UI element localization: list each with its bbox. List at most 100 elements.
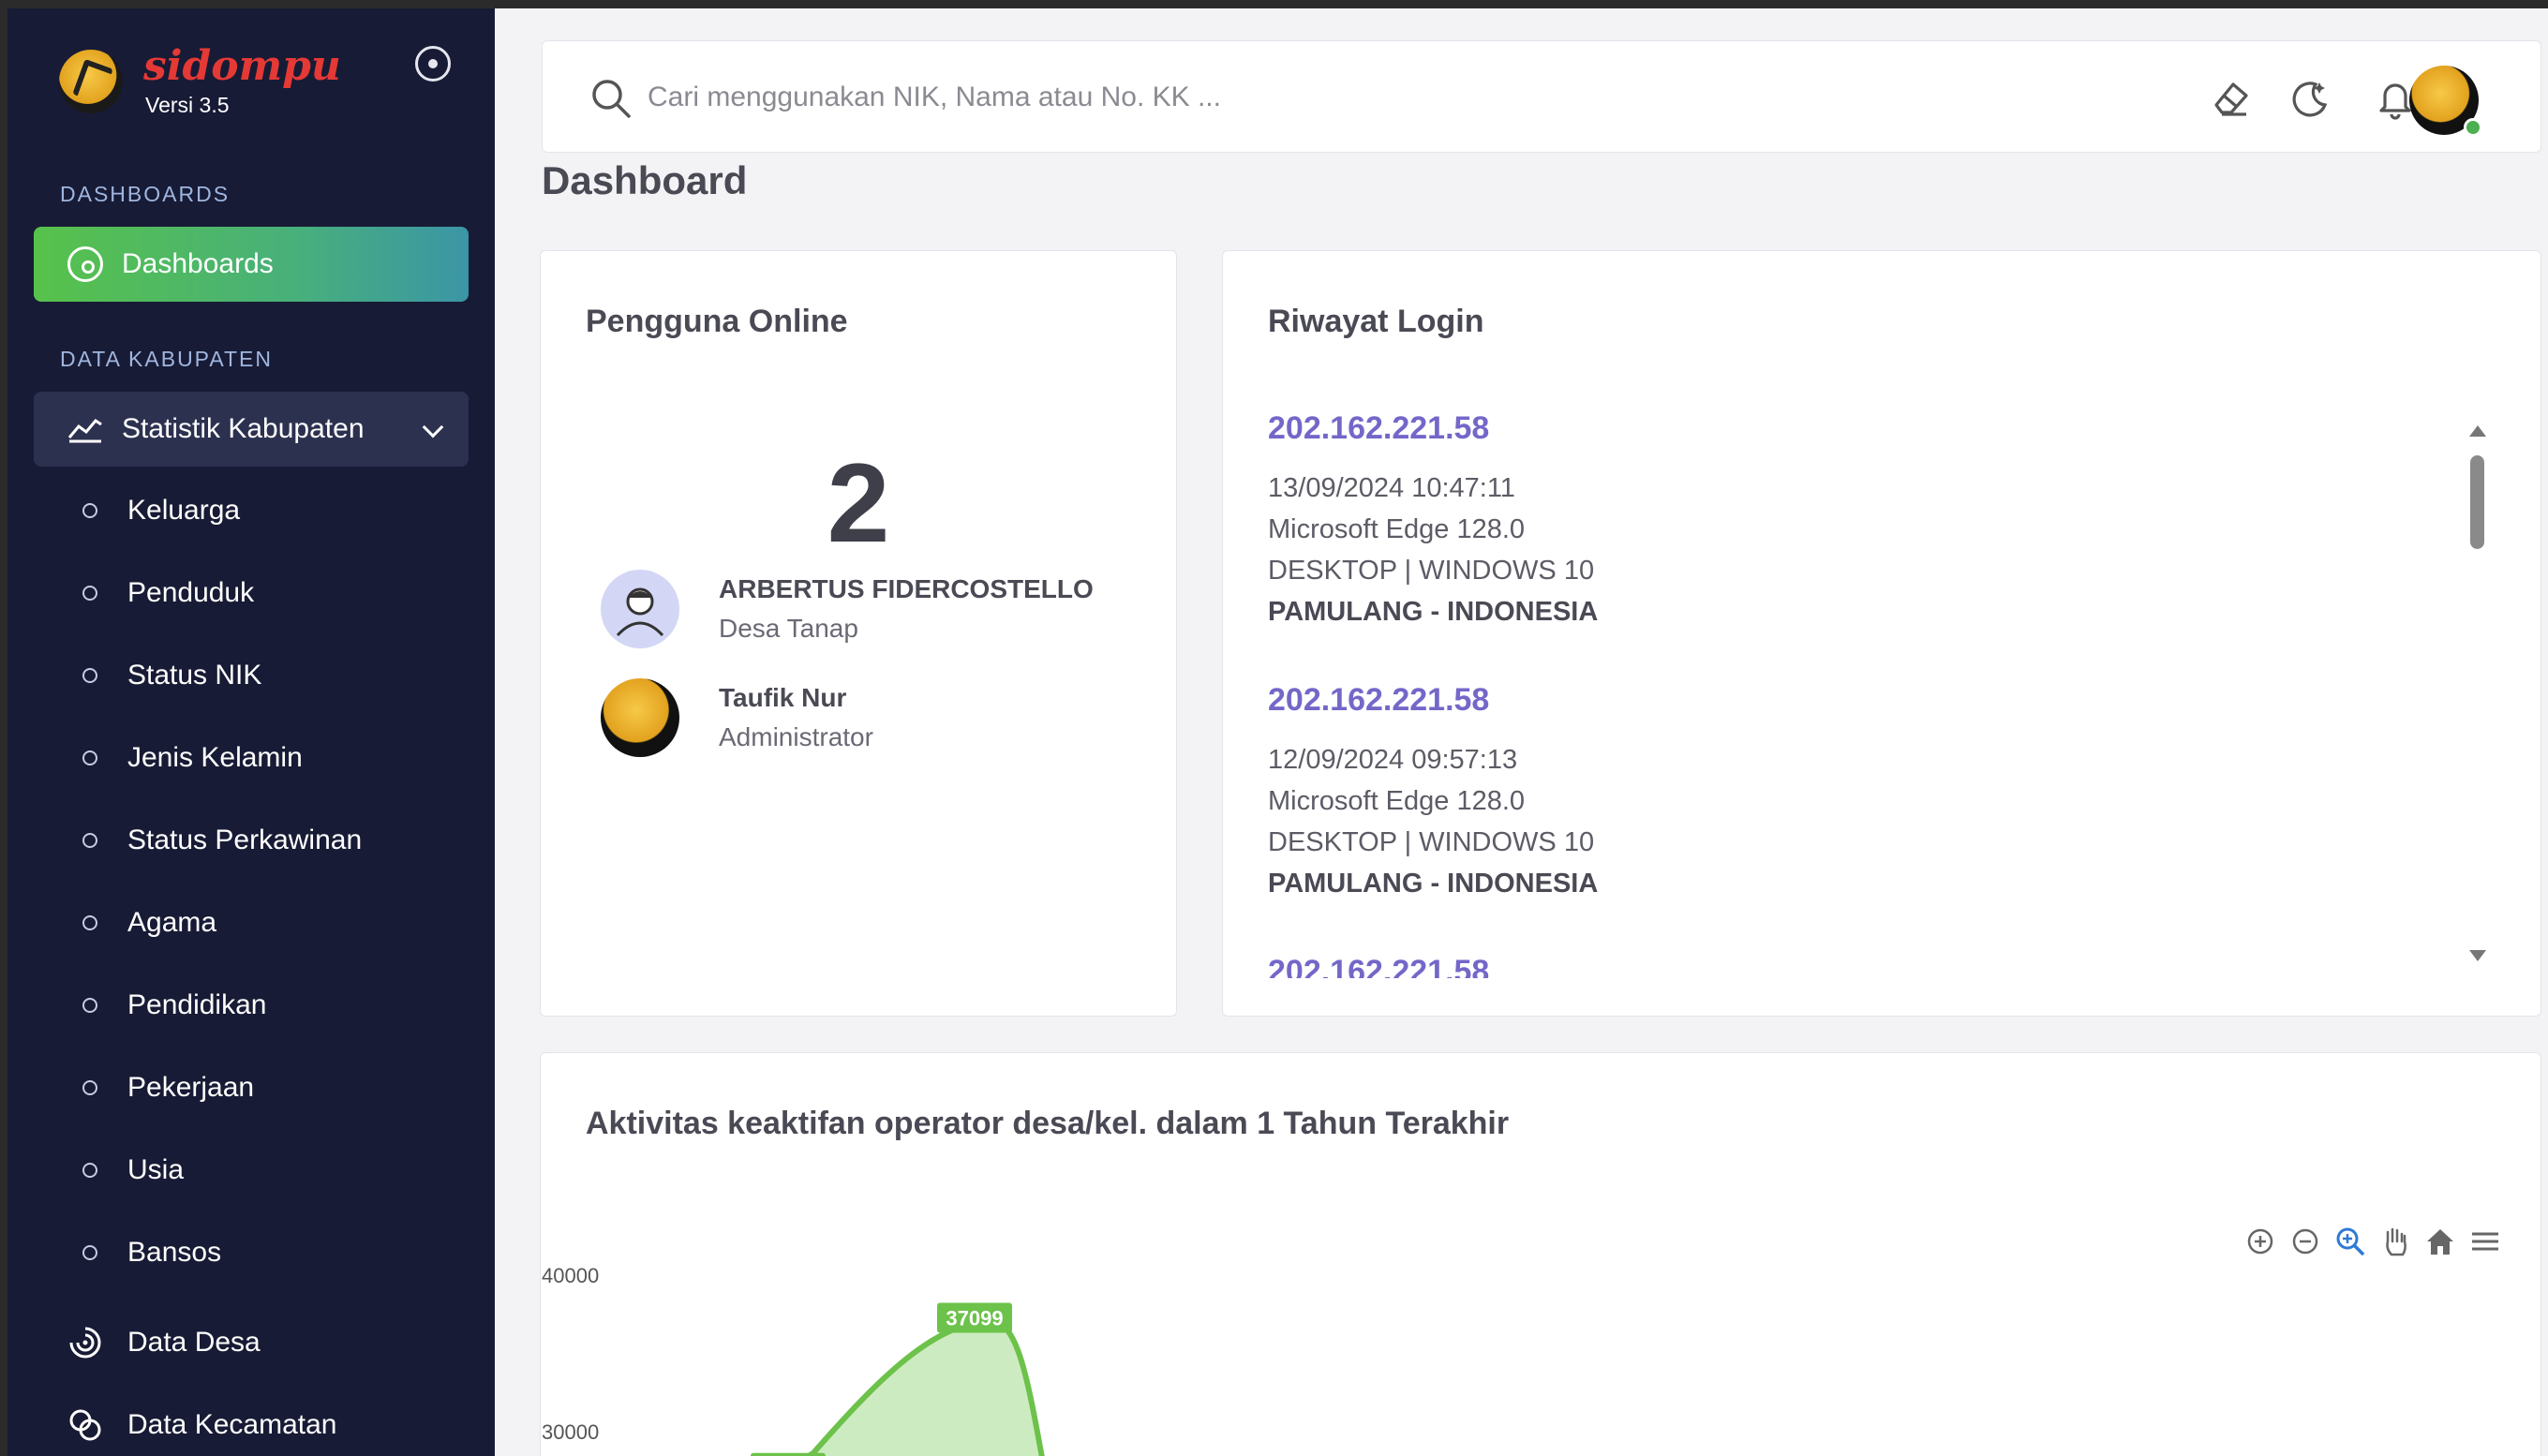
- circle-icon: [82, 998, 97, 1013]
- sidebar-item-status-perkawinan[interactable]: Status Perkawinan: [82, 817, 362, 864]
- login-list-scrollbar[interactable]: [2467, 425, 2486, 961]
- sidebar-item-jenis-kelamin[interactable]: Jenis Kelamin: [82, 735, 303, 781]
- sidebar-item-status-nik[interactable]: Status NIK: [82, 652, 261, 699]
- login-ip: 202.162.221.58: [1268, 954, 1490, 978]
- login-device: DESKTOP | WINDOWS 10: [1268, 556, 1595, 586]
- login-history-card: Riwayat Login 202.162.221.58 13/09/2024 …: [1222, 250, 2541, 1017]
- sidebar-item-pendidikan[interactable]: Pendidikan: [82, 982, 266, 1029]
- data-label: 37099: [937, 1302, 1012, 1333]
- card-title: Riwayat Login: [1268, 304, 1484, 339]
- sidebar-item-label: Penduduk: [127, 577, 255, 608]
- zoom-select-icon[interactable]: [2333, 1225, 2367, 1258]
- sidebar-item-label: Agama: [127, 907, 217, 938]
- login-device: DESKTOP | WINDOWS 10: [1268, 827, 1595, 857]
- chart-toolbar: [2243, 1225, 2502, 1258]
- page-title: Dashboard: [542, 158, 748, 202]
- top-search-bar: [542, 40, 2541, 153]
- brand-name: sidompu: [143, 42, 341, 90]
- overlap-circles-icon: [69, 1409, 101, 1441]
- main-content: Dashboard Pengguna Online 2 ARBERTUS FID…: [495, 8, 2548, 1456]
- radar-icon: [69, 1327, 101, 1359]
- sidebar-item-data-kecamatan[interactable]: Data Kecamatan: [67, 1402, 336, 1449]
- search-icon[interactable]: [589, 77, 633, 120]
- y-tick-label: 30000: [542, 1420, 599, 1444]
- scroll-up-arrow-icon[interactable]: [2469, 425, 2486, 437]
- svg-text:37099: 37099: [946, 1306, 1003, 1330]
- circle-icon: [82, 750, 97, 765]
- online-user-row[interactable]: ARBERTUS FIDERCOSTELLO Desa Tanap: [601, 570, 1094, 648]
- sidebar-item-pekerjaan[interactable]: Pekerjaan: [82, 1064, 254, 1111]
- login-ip: 202.162.221.58: [1268, 410, 1490, 446]
- pan-icon[interactable]: [2378, 1225, 2412, 1258]
- scroll-down-arrow-icon[interactable]: [2469, 950, 2486, 961]
- brand-logo-icon: [59, 49, 123, 113]
- sidebar-item-agama[interactable]: Agama: [82, 899, 216, 946]
- app-version: Versi 3.5: [145, 93, 230, 117]
- online-user-row[interactable]: Taufik Nur Administrator: [601, 678, 873, 757]
- online-users-card: Pengguna Online 2 ARBERTUS FIDERCOSTELLO…: [540, 250, 1177, 1017]
- sidebar-item-label: Dashboards: [122, 248, 274, 279]
- search-input[interactable]: [648, 75, 1678, 120]
- login-browser: Microsoft Edge 128.0: [1268, 514, 1526, 544]
- scroll-thumb[interactable]: [2470, 455, 2484, 549]
- sidebar-item-label: Pendidikan: [127, 989, 267, 1020]
- login-time: 13/09/2024 10:47:11: [1268, 473, 1515, 503]
- window-top-strip: [0, 0, 2548, 8]
- sidebar-item-label: Jenis Kelamin: [127, 742, 303, 773]
- section-label-kabupaten: DATA KABUPATEN: [60, 347, 273, 371]
- circle-icon: [82, 1245, 97, 1260]
- sidebar-item-bansos[interactable]: Bansos: [82, 1229, 221, 1276]
- zoom-in-icon[interactable]: [2243, 1225, 2277, 1258]
- speedometer-icon: [67, 246, 103, 282]
- section-label-dashboards: DASHBOARDS: [60, 182, 231, 206]
- login-entry: 202.162.221.58 12/09/2024 09:57:13 Micro…: [1268, 682, 1598, 904]
- login-location: PAMULANG - INDONESIA: [1268, 597, 1599, 627]
- login-ip: 202.162.221.58: [1268, 682, 1490, 718]
- sidebar-item-keluarga[interactable]: Keluarga: [82, 487, 240, 534]
- sidebar-item-penduduk[interactable]: Penduduk: [82, 570, 254, 617]
- sidebar-item-label: Status Perkawinan: [127, 825, 363, 855]
- login-entry: 202.162.221.58 13/09/2024 10:47:11 Micro…: [1268, 410, 1598, 632]
- sidebar-item-label: Data Desa: [127, 1327, 261, 1358]
- sidebar-item-usia[interactable]: Usia: [82, 1147, 184, 1194]
- circle-icon: [82, 586, 97, 601]
- sidebar-item-label: Keluarga: [127, 495, 241, 526]
- moon-icon[interactable]: [2287, 77, 2331, 120]
- sidebar-item-label: Usia: [127, 1154, 185, 1185]
- sidebar-item-dashboards[interactable]: Dashboards: [34, 227, 469, 302]
- sidebar: sidompu Versi 3.5 DASHBOARDS Dashboards …: [7, 8, 495, 1456]
- online-user-name: ARBERTUS FIDERCOSTELLO: [719, 574, 1094, 603]
- online-status-badge: [2464, 118, 2482, 137]
- sidebar-item-label: Pekerjaan: [127, 1072, 255, 1103]
- login-history-list[interactable]: 202.162.221.58 13/09/2024 10:47:11 Micro…: [1268, 410, 2496, 978]
- online-user-name: Taufik Nur: [719, 683, 847, 712]
- login-location: PAMULANG - INDONESIA: [1268, 869, 1599, 899]
- card-title: Aktivitas keaktifan operator desa/kel. d…: [586, 1106, 1510, 1141]
- sidebar-group-statistik-kabupaten[interactable]: Statistik Kabupaten: [34, 392, 469, 467]
- zoom-out-icon[interactable]: [2288, 1225, 2322, 1258]
- area-series-fill: [808, 1321, 1042, 1456]
- activity-area-chart: 40000 30000 28700 37099: [542, 1264, 1045, 1456]
- circle-icon: [82, 503, 97, 518]
- sidebar-item-data-desa[interactable]: Data Desa: [67, 1319, 261, 1366]
- sidebar-toggle-icon[interactable]: [415, 46, 451, 82]
- login-time: 12/09/2024 09:57:13: [1268, 745, 1518, 775]
- chevron-down-icon: [422, 416, 444, 438]
- online-count: 2: [827, 440, 890, 566]
- line-chart-icon: [67, 415, 103, 443]
- online-user-role: Desa Tanap: [719, 614, 858, 643]
- login-browser: Microsoft Edge 128.0: [1268, 786, 1526, 816]
- circle-icon: [82, 1080, 97, 1095]
- circle-icon: [82, 668, 97, 683]
- sidebar-item-label: Bansos: [127, 1237, 222, 1268]
- online-user-role: Administrator: [719, 722, 873, 751]
- eraser-icon[interactable]: [2209, 77, 2252, 120]
- sidebar-item-label: Data Kecamatan: [127, 1409, 337, 1440]
- home-icon[interactable]: [2423, 1225, 2457, 1258]
- circle-icon: [82, 1163, 97, 1178]
- y-tick-label: 40000: [542, 1264, 599, 1287]
- circle-icon: [82, 915, 97, 930]
- sidebar-item-label: Status NIK: [127, 660, 262, 691]
- menu-icon[interactable]: [2468, 1225, 2502, 1258]
- brand[interactable]: sidompu Versi 3.5: [59, 44, 341, 118]
